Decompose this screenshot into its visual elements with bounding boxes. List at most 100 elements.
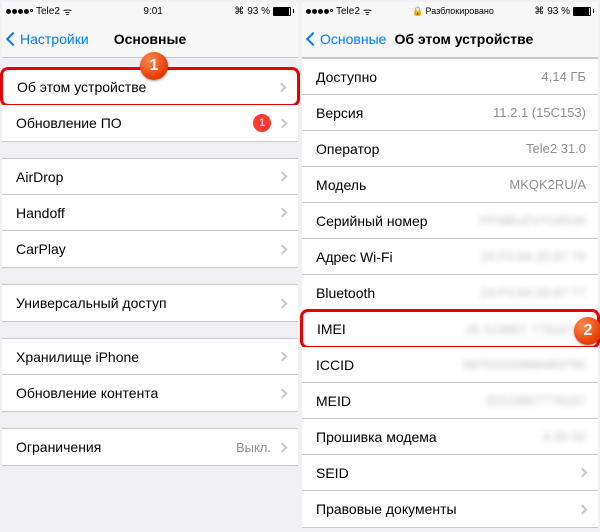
row-value: MKQK2RU/A <box>509 177 586 192</box>
about-row: Адрес Wi-Fi 24:F0:94:20:87:76 <box>302 239 598 275</box>
page-title: Об этом устройстве <box>394 31 533 47</box>
nav-header: Настройки Основные 1 <box>2 20 298 58</box>
battery-icon <box>273 7 294 16</box>
bluetooth-icon: ⌘ <box>234 6 244 17</box>
settings-row[interactable]: Ограничения Выкл. <box>2 429 298 465</box>
settings-row[interactable]: Handoff <box>2 195 298 231</box>
chevron-left-icon <box>6 31 20 45</box>
signal-icon <box>6 9 33 14</box>
settings-row[interactable]: Обновление ПО 1 <box>2 105 298 141</box>
row-label: IMEI <box>317 321 346 337</box>
chevron-right-icon <box>278 352 288 362</box>
row-label: Оператор <box>316 141 379 157</box>
callout-badge-1: 1 <box>140 52 168 80</box>
carrier-label: Tele2 <box>336 6 360 17</box>
row-value: 35519807779167 <box>485 393 586 408</box>
about-row: MEID 35519807779167 <box>302 383 598 419</box>
page-title: Основные <box>114 31 187 47</box>
chevron-left-icon <box>306 31 320 45</box>
row-label: Обновление ПО <box>16 115 122 131</box>
about-row: Версия 11.2.1 (15C153) <box>302 95 598 131</box>
nav-header: Основные Об этом устройстве <box>302 20 598 58</box>
about-row: Доступно 4,14 ГБ <box>302 59 598 95</box>
row-value: 4,14 ГБ <box>542 69 586 84</box>
settings-row[interactable]: Хранилище iPhone <box>2 339 298 375</box>
signal-icon <box>306 9 333 14</box>
row-label: Версия <box>316 105 363 121</box>
row-label: Адрес Wi-Fi <box>316 249 393 265</box>
row-label: Handoff <box>16 205 65 221</box>
row-label: AirDrop <box>16 169 63 185</box>
row-label: Доступно <box>316 69 377 85</box>
row-value: 89701020968483795 <box>463 357 586 372</box>
chevron-right-icon <box>278 208 288 218</box>
row-label: Хранилище iPhone <box>16 349 139 365</box>
chevron-right-icon <box>277 82 287 92</box>
row-value: FFNBUZVYGRHA <box>480 213 586 228</box>
row-value: 24:F0:94:20:87:76 <box>480 249 586 264</box>
about-row[interactable]: Правовые документы <box>302 491 598 527</box>
chevron-right-icon <box>278 118 288 128</box>
about-row: Модель MKQK2RU/A <box>302 167 598 203</box>
battery-pct: 93 % <box>247 6 270 17</box>
about-row: Серийный номер FFNBUZVYGRHA <box>302 203 598 239</box>
row-label: Об этом устройстве <box>17 79 146 95</box>
lock-icon: 🔒 <box>412 6 423 17</box>
settings-list: Об этом устройстве Обновление ПО 1 AirDrop H… <box>2 68 298 466</box>
row-label: Правовые документы <box>316 501 457 517</box>
row-label: SEID <box>316 465 349 481</box>
row-label: Bluetooth <box>316 285 375 301</box>
about-row: ICCID 89701020968483795 <box>302 347 598 383</box>
unlocked-label: Разблокировано <box>426 6 494 16</box>
row-label: MEID <box>316 393 351 409</box>
chevron-right-icon <box>278 244 288 254</box>
chevron-right-icon <box>278 388 288 398</box>
status-bar: Tele2 ᯤ 9:01 ⌘ 93 % <box>2 2 298 20</box>
status-bar: Tele2 ᯤ 🔒 Разблокировано ⌘ 93 % <box>302 2 598 20</box>
back-label: Основные <box>320 31 386 47</box>
settings-row[interactable]: CarPlay <box>2 231 298 267</box>
row-value: Выкл. <box>236 440 271 455</box>
row-label: Прошивка модема <box>316 429 437 445</box>
row-value: 35 519807 779167 9 <box>466 322 585 337</box>
row-label: ICCID <box>316 357 354 373</box>
chevron-right-icon <box>578 504 588 514</box>
wifi-icon: ᯤ <box>363 4 372 18</box>
phone-left: Tele2 ᯤ 9:01 ⌘ 93 % Настройки Основные 1… <box>2 2 298 528</box>
settings-row[interactable]: Обновление контента <box>2 375 298 411</box>
about-row: Bluetooth 24:F0:94:20:87:77 <box>302 275 598 311</box>
row-label: Серийный номер <box>316 213 428 229</box>
wifi-icon: ᯤ <box>63 4 72 18</box>
phone-right: Tele2 ᯤ 🔒 Разблокировано ⌘ 93 % Основные… <box>302 2 598 528</box>
battery-icon <box>573 7 594 16</box>
row-label: Ограничения <box>16 439 101 455</box>
about-row[interactable]: SEID <box>302 455 598 491</box>
about-list: 2 Доступно 4,14 ГБ Версия 11.2.1 (15C153) Оп… <box>302 58 598 528</box>
row-label: CarPlay <box>16 241 66 257</box>
settings-row[interactable]: AirDrop <box>2 159 298 195</box>
carrier-label: Tele2 <box>36 6 60 17</box>
row-label: Модель <box>316 177 366 193</box>
update-badge: 1 <box>253 114 271 132</box>
row-label: Универсальный доступ <box>16 295 167 311</box>
callout-badge-2: 2 <box>574 317 600 345</box>
chevron-right-icon <box>278 172 288 182</box>
row-label: Обновление контента <box>16 385 158 401</box>
back-label: Настройки <box>20 31 89 47</box>
battery-pct: 93 % <box>547 6 570 17</box>
about-row: IMEI 35 519807 779167 9 <box>300 309 600 349</box>
chevron-right-icon <box>278 442 288 452</box>
about-row: Прошивка модема 4.30.02 <box>302 419 598 455</box>
back-button[interactable]: Настройки <box>8 31 89 47</box>
chevron-right-icon <box>278 298 288 308</box>
about-row: Оператор Tele2 31.0 <box>302 131 598 167</box>
row-value: 11.2.1 (15C153) <box>493 105 586 120</box>
bluetooth-icon: ⌘ <box>534 6 544 17</box>
chevron-right-icon <box>578 468 588 478</box>
settings-row[interactable]: Универсальный доступ <box>2 285 298 321</box>
row-value: Tele2 31.0 <box>526 141 586 156</box>
row-value: 4.30.02 <box>543 429 586 444</box>
row-value: 24:F0:94:20:87:77 <box>480 285 586 300</box>
back-button[interactable]: Основные <box>308 31 386 47</box>
clock: 9:01 <box>143 6 162 17</box>
